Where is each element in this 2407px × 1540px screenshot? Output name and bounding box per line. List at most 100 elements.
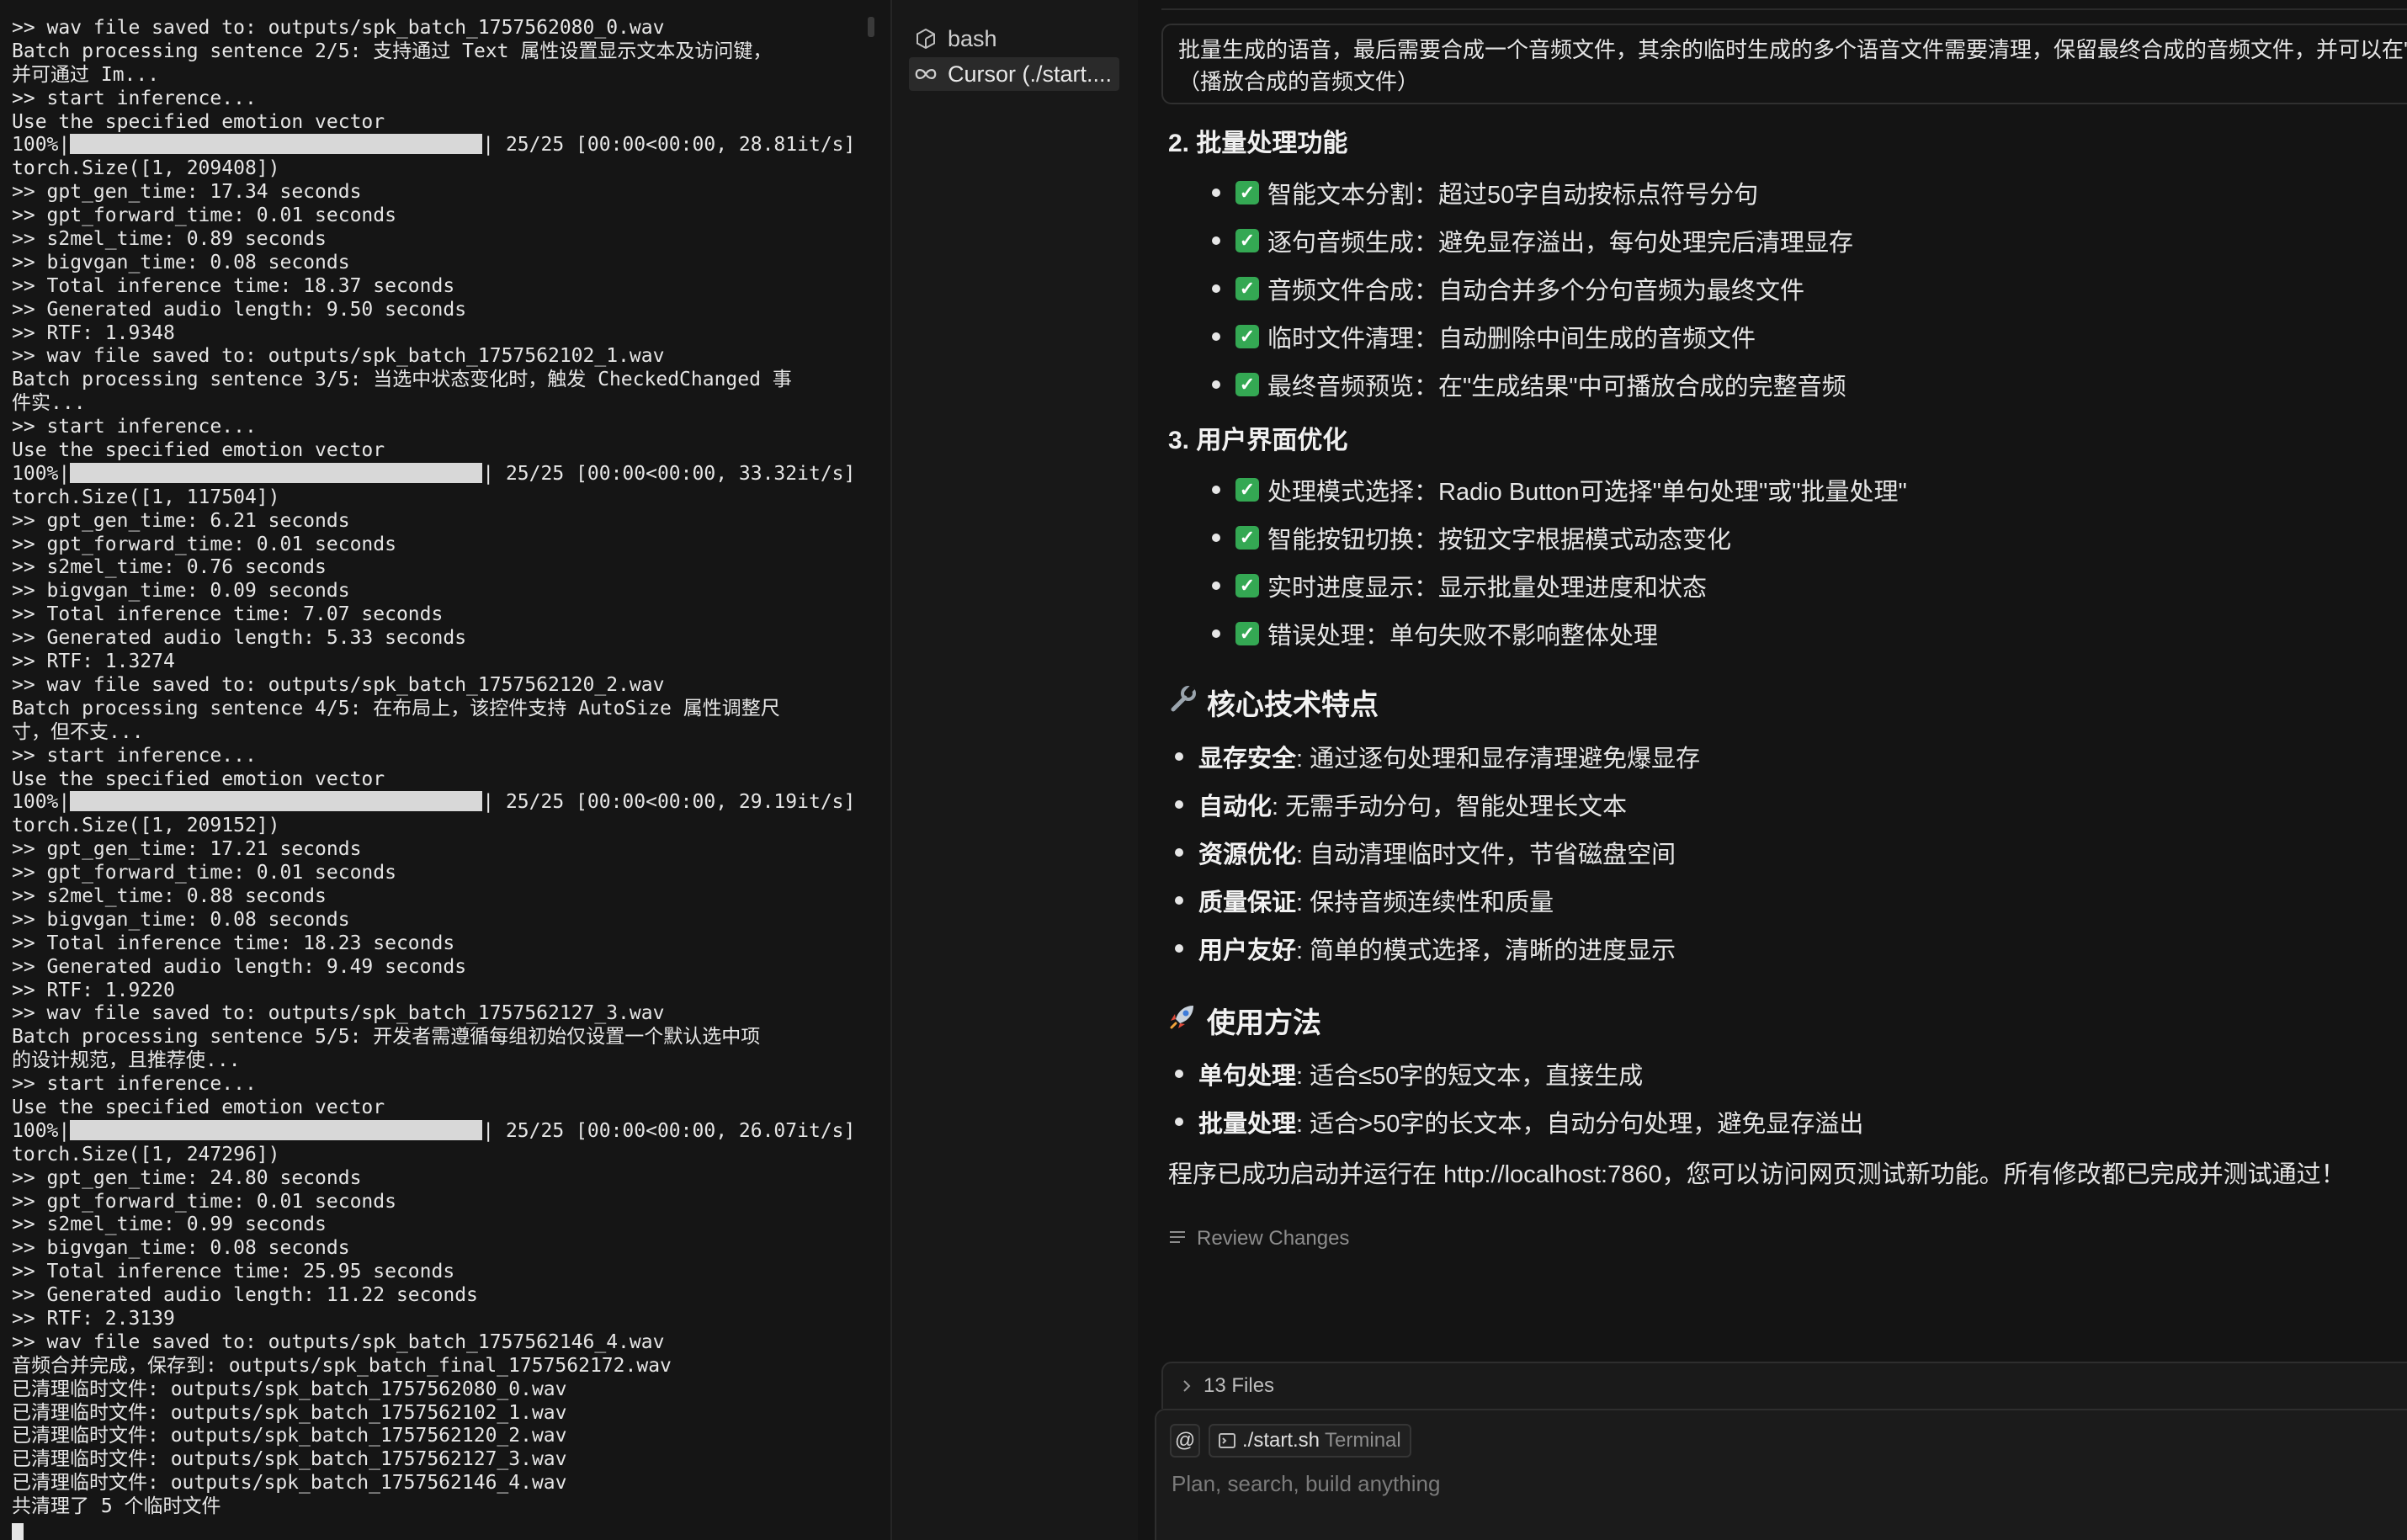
terminal-line: Batch processing sentence 4/5: 在布局上，该控件支… — [12, 697, 780, 720]
terminal-line: >> gpt_forward_time: 0.01 seconds — [12, 204, 396, 227]
feature-text: 智能按钮切换：按钮文字根据模式动态变化 — [1267, 527, 1732, 554]
terminal-line: >> wav file saved to: outputs/spk_batch_… — [12, 673, 665, 696]
progress-stats: | 25/25 [00:00<00:00, 26.07it/s] — [482, 1119, 856, 1142]
terminal-line: >> wav file saved to: outputs/spk_batch_… — [12, 1330, 665, 1353]
chevron-right-icon — [1182, 1378, 1192, 1394]
session-item-bash[interactable]: bash — [909, 22, 1119, 56]
progress-stats: | 25/25 [00:00<00:00, 28.81it/s] — [482, 134, 856, 157]
bullet — [1212, 581, 1220, 590]
section-heading-ui: 3. 用户界面优化 — [1168, 427, 1348, 454]
terminal-line: >> start inference... — [12, 416, 257, 438]
terminal-line: >> Total inference time: 18.23 seconds — [12, 932, 455, 954]
user-message-bubble[interactable]: 批量生成的语音，最后需要合成一个音频文件，其余的临时生成的多个语音文件需要清理，… — [1161, 24, 2407, 104]
session-label: Cursor (./start.... — [948, 61, 1113, 87]
terminal-line: >> bigvgan_time: 0.08 seconds — [12, 251, 350, 273]
bullet — [1175, 848, 1183, 857]
terminal-line: >> start inference... — [12, 87, 257, 109]
terminal-line: 已清理临时文件: outputs/spk_batch_1757562146_4.… — [12, 1472, 567, 1495]
bullet — [1212, 629, 1220, 638]
bullet — [1212, 236, 1220, 245]
context-chip-terminal[interactable]: ./start.sh Terminal — [1209, 1424, 1411, 1458]
terminal-icon — [1219, 1433, 1235, 1448]
core-tech-title: 核心技术特点 — [1207, 689, 1379, 721]
progress-line: 100%| | 25/25 [00:00<00:00, 29.19it/s] — [12, 791, 890, 815]
feature-list-item: ✓ 智能文本分割：超过50字自动按标点符号分句 — [1212, 175, 1758, 210]
feature-list-item: ✓ 最终音频预览：在"生成结果"中可播放合成的完整音频 — [1212, 367, 1846, 402]
bullet-list-item: 用户友好: 简单的模式选择，清晰的进度显示 — [1175, 931, 1676, 966]
review-changes-label: Review Changes — [1197, 1227, 1350, 1250]
terminal-line: 的设计规范，且推荐使... — [12, 1049, 241, 1072]
chat-composer[interactable]: @ ./start.sh Terminal Plan, search, buil… — [1155, 1409, 2407, 1540]
cube-icon — [914, 27, 938, 50]
terminal-line: >> wav file saved to: outputs/spk_batch_… — [12, 17, 665, 39]
terminal-line: 已清理临时文件: outputs/spk_batch_1757562127_3.… — [12, 1448, 567, 1471]
check-mark-icon: ✓ — [1235, 325, 1259, 348]
progress-bar — [70, 134, 483, 155]
terminal-line: >> Total inference time: 18.37 seconds — [12, 274, 455, 297]
progress-percent: 100%| — [12, 462, 71, 485]
check-mark-icon: ✓ — [1235, 229, 1259, 252]
feature-list-item: ✓ 临时文件清理：自动删除中间生成的音频文件 — [1212, 319, 1756, 354]
terminal-line: torch.Size([1, 209408]) — [12, 157, 280, 180]
terminal-line: >> Generated audio length: 9.50 seconds — [12, 298, 467, 321]
item-desc: : 无需手动分句，智能处理长文本 — [1272, 794, 1628, 820]
progress-percent: 100%| — [12, 791, 71, 814]
item-term: 资源优化 — [1198, 842, 1297, 868]
terminal-line: >> bigvgan_time: 0.08 seconds — [12, 1237, 350, 1260]
session-label: bash — [948, 25, 997, 51]
feature-text: 智能文本分割：超过50字自动按标点符号分句 — [1267, 182, 1759, 209]
terminal-line: >> gpt_forward_time: 0.01 seconds — [12, 533, 396, 555]
feature-list-item: ✓ 处理模式选择：Radio Button可选择"单句处理"或"批量处理" — [1212, 472, 1907, 507]
terminal-scrollbar[interactable] — [868, 17, 874, 37]
terminal-line: >> start inference... — [12, 1073, 257, 1096]
progress-stats: | 25/25 [00:00<00:00, 33.32it/s] — [482, 462, 856, 485]
terminal-line: Batch processing sentence 5/5: 开发者需遵循每组初… — [12, 1026, 761, 1049]
review-changes-button[interactable]: Review Changes — [1168, 1227, 1349, 1251]
mention-button[interactable]: @ — [1170, 1424, 1200, 1458]
progress-bar — [70, 462, 483, 483]
terminal-line: >> Generated audio length: 11.22 seconds — [12, 1284, 478, 1307]
terminal-line: Batch processing sentence 2/5: 支持通过 Text… — [12, 40, 773, 62]
check-mark-icon: ✓ — [1235, 526, 1259, 550]
progress-line: 100%| | 25/25 [00:00<00:00, 28.81it/s] — [12, 134, 890, 157]
terminal-line: 并可通过 Im... — [12, 63, 160, 86]
feature-list-item: ✓ 逐句音频生成：避免显存溢出，每句处理完后清理显存 — [1212, 223, 1853, 258]
core-tech-heading: 核心技术特点 — [1168, 682, 1379, 723]
bullet-list-item: 自动化: 无需手动分句，智能处理长文本 — [1175, 787, 1627, 822]
terminal-line: 件实... — [12, 392, 86, 415]
progress-bar — [70, 791, 483, 812]
item-term: 显存安全 — [1198, 746, 1297, 773]
terminal-line: >> s2mel_time: 0.76 seconds — [12, 556, 327, 579]
terminal-line: >> gpt_gen_time: 17.21 seconds — [12, 838, 362, 861]
terminal-pane[interactable]: >> wav file saved to: outputs/spk_batch_… — [0, 0, 890, 1540]
terminal-line: >> Generated audio length: 9.49 seconds — [12, 955, 467, 978]
feature-text: 处理模式选择：Radio Button可选择"单句处理"或"批量处理" — [1267, 479, 1907, 506]
feature-text: 实时进度显示：显示批量处理进度和状态 — [1267, 575, 1708, 602]
terminal-line: >> bigvgan_time: 0.09 seconds — [12, 580, 350, 603]
terminal-line: torch.Size([1, 247296]) — [12, 1143, 280, 1166]
progress-line: 100%| | 25/25 [00:00<00:00, 33.32it/s] — [12, 462, 890, 486]
terminal-line: >> bigvgan_time: 0.08 seconds — [12, 908, 350, 931]
terminal-line: >> gpt_forward_time: 0.01 seconds — [12, 862, 396, 884]
terminal-line: 已清理临时文件: outputs/spk_batch_1757562080_0.… — [12, 1378, 567, 1400]
progress-stats: | 25/25 [00:00<00:00, 29.19it/s] — [482, 791, 856, 814]
terminal-session-list: bash Cursor (./start.... — [890, 0, 1140, 1540]
terminal-line: >> start inference... — [12, 744, 257, 767]
at-icon: @ — [1174, 1429, 1196, 1452]
composer-input[interactable]: Plan, search, build anything — [1172, 1471, 1440, 1497]
terminal-line: >> gpt_gen_time: 17.34 seconds — [12, 181, 362, 204]
terminal-line: >> wav file saved to: outputs/spk_batch_… — [12, 345, 665, 368]
usage-title: 使用方法 — [1207, 1007, 1321, 1039]
chip-name: ./start.sh — [1242, 1429, 1320, 1452]
session-item-cursor[interactable]: Cursor (./start.... — [909, 57, 1119, 91]
check-mark-icon: ✓ — [1235, 277, 1259, 300]
terminal-line: Use the specified emotion vector — [12, 439, 385, 462]
changed-files-bar[interactable]: 13 Files Ur — [1161, 1362, 2407, 1409]
item-desc: : 自动清理临时文件，节省磁盘空间 — [1296, 842, 1676, 868]
usage-heading: 使用方法 — [1168, 1000, 1321, 1041]
terminal-output: >> wav file saved to: outputs/spk_batch_… — [0, 0, 890, 1519]
terminal-line: >> gpt_gen_time: 24.80 seconds — [12, 1166, 362, 1189]
bullet — [1212, 486, 1220, 494]
bullet — [1212, 332, 1220, 341]
feature-text: 音频文件合成：自动合并多个分句音频为最终文件 — [1267, 278, 1805, 305]
